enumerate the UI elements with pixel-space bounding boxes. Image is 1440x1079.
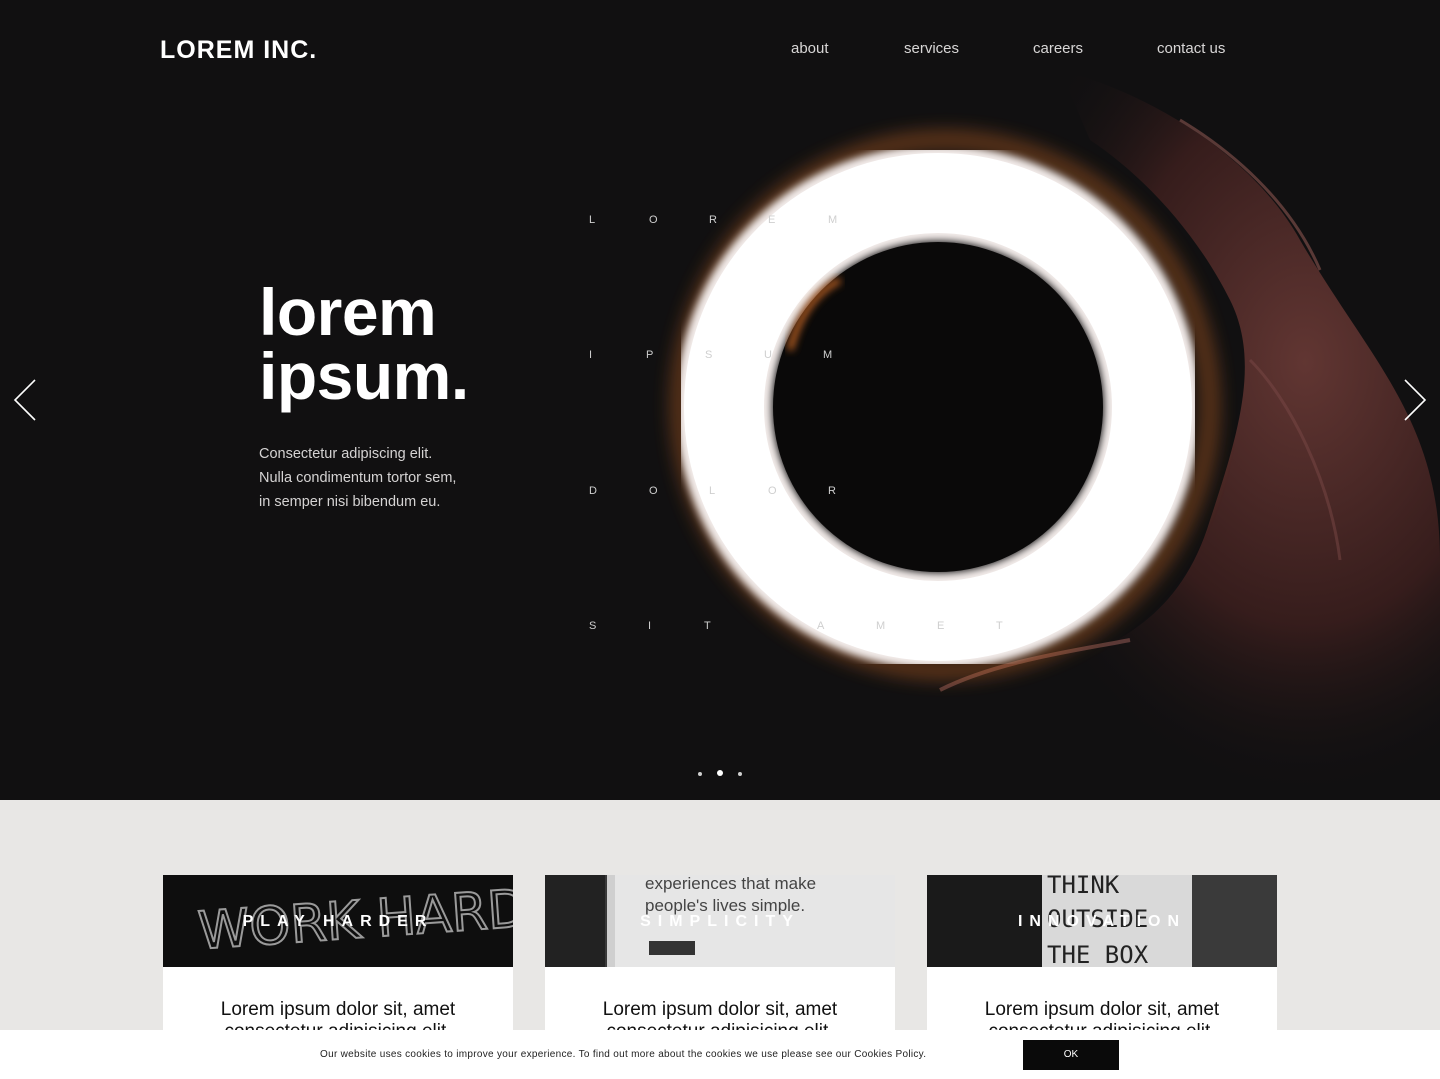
spaced-letter: E — [768, 214, 776, 226]
nav-contact-us[interactable]: contact us — [1157, 40, 1225, 57]
spaced-letter: M — [876, 620, 886, 632]
spaced-letter: O — [768, 485, 777, 497]
card-title: INNOVATION — [1017, 913, 1187, 930]
hero-subtext: Consectetur adipiscing elit. Nulla condi… — [259, 442, 519, 514]
spaced-letter: S — [705, 349, 713, 361]
hero-background-image — [675, 70, 1440, 800]
spaced-letter: M — [828, 214, 838, 226]
hero-slider: LOREM INC. about services careers contac… — [0, 0, 1440, 800]
spaced-letter: R — [709, 214, 717, 226]
spaced-word-lorem: L O R E M — [589, 214, 849, 228]
card-body-line: Lorem ipsum dolor sit, amet — [602, 999, 838, 1020]
slide-dot-2[interactable] — [717, 770, 723, 776]
slide-dot-1[interactable] — [698, 772, 702, 776]
slider-prev-button[interactable] — [12, 378, 38, 422]
nav-services[interactable]: services — [904, 40, 959, 57]
cookie-message: Our website uses cookies to improve your… — [320, 1049, 927, 1060]
spaced-letter: P — [646, 349, 654, 361]
chevron-left-icon — [13, 379, 36, 421]
headline-line-2: ipsum. — [259, 339, 469, 413]
spaced-letter: L — [709, 485, 716, 497]
spaced-letter: R — [828, 485, 836, 497]
lightbox-text-line: THINK — [1047, 875, 1120, 899]
slide-dot-3[interactable] — [738, 772, 742, 776]
spaced-letter: I — [648, 620, 652, 632]
nav-careers[interactable]: careers — [1033, 40, 1083, 57]
slider-pagination — [0, 770, 1440, 779]
spaced-letter: A — [817, 620, 825, 632]
spaced-letter: M — [823, 349, 833, 361]
cookie-banner: Our website uses cookies to improve your… — [0, 1030, 1440, 1079]
card-title: PLAY HARDER — [242, 913, 434, 930]
spaced-letter: O — [649, 214, 658, 226]
screen-text-line: experiences that make — [645, 875, 816, 893]
spaced-word-sit-amet: S I T A M E T — [589, 620, 1009, 634]
subtext-line-3: in semper nisi bibendum eu. — [259, 494, 441, 510]
subtext-line-2: Nulla condimentum tortor sem, — [259, 470, 457, 486]
subtext-line-1: Consectetur adipiscing elit. — [259, 446, 433, 462]
lightbox-text-line: THE BOX — [1047, 941, 1149, 967]
hero-headline: lorem ipsum. — [259, 275, 469, 413]
slider-next-button[interactable] — [1402, 378, 1428, 422]
spaced-word-ipsum: I P S U M — [589, 349, 849, 363]
spaced-letter: T — [996, 620, 1003, 632]
spaced-letter: T — [704, 620, 711, 632]
spaced-letter: L — [589, 214, 596, 226]
spaced-word-dolor: D O L O R — [589, 485, 849, 499]
card-title: SIMPLICITY — [640, 913, 800, 930]
chevron-right-icon — [1404, 379, 1427, 421]
spaced-letter: I — [589, 349, 593, 361]
spaced-letter: D — [589, 485, 597, 497]
spaced-letter: O — [649, 485, 658, 497]
headline-line-1: lorem — [259, 275, 437, 349]
spaced-letter: U — [764, 349, 772, 361]
card-body-line: Lorem ipsum dolor sit, amet — [220, 999, 456, 1020]
nav-about[interactable]: about — [791, 40, 829, 57]
spaced-letter: E — [937, 620, 945, 632]
card-body-line: Lorem ipsum dolor sit, amet — [984, 999, 1220, 1020]
spaced-letter: S — [589, 620, 597, 632]
cookie-ok-button[interactable]: OK — [1023, 1040, 1119, 1070]
main-nav: about services careers contact us — [0, 40, 1440, 64]
